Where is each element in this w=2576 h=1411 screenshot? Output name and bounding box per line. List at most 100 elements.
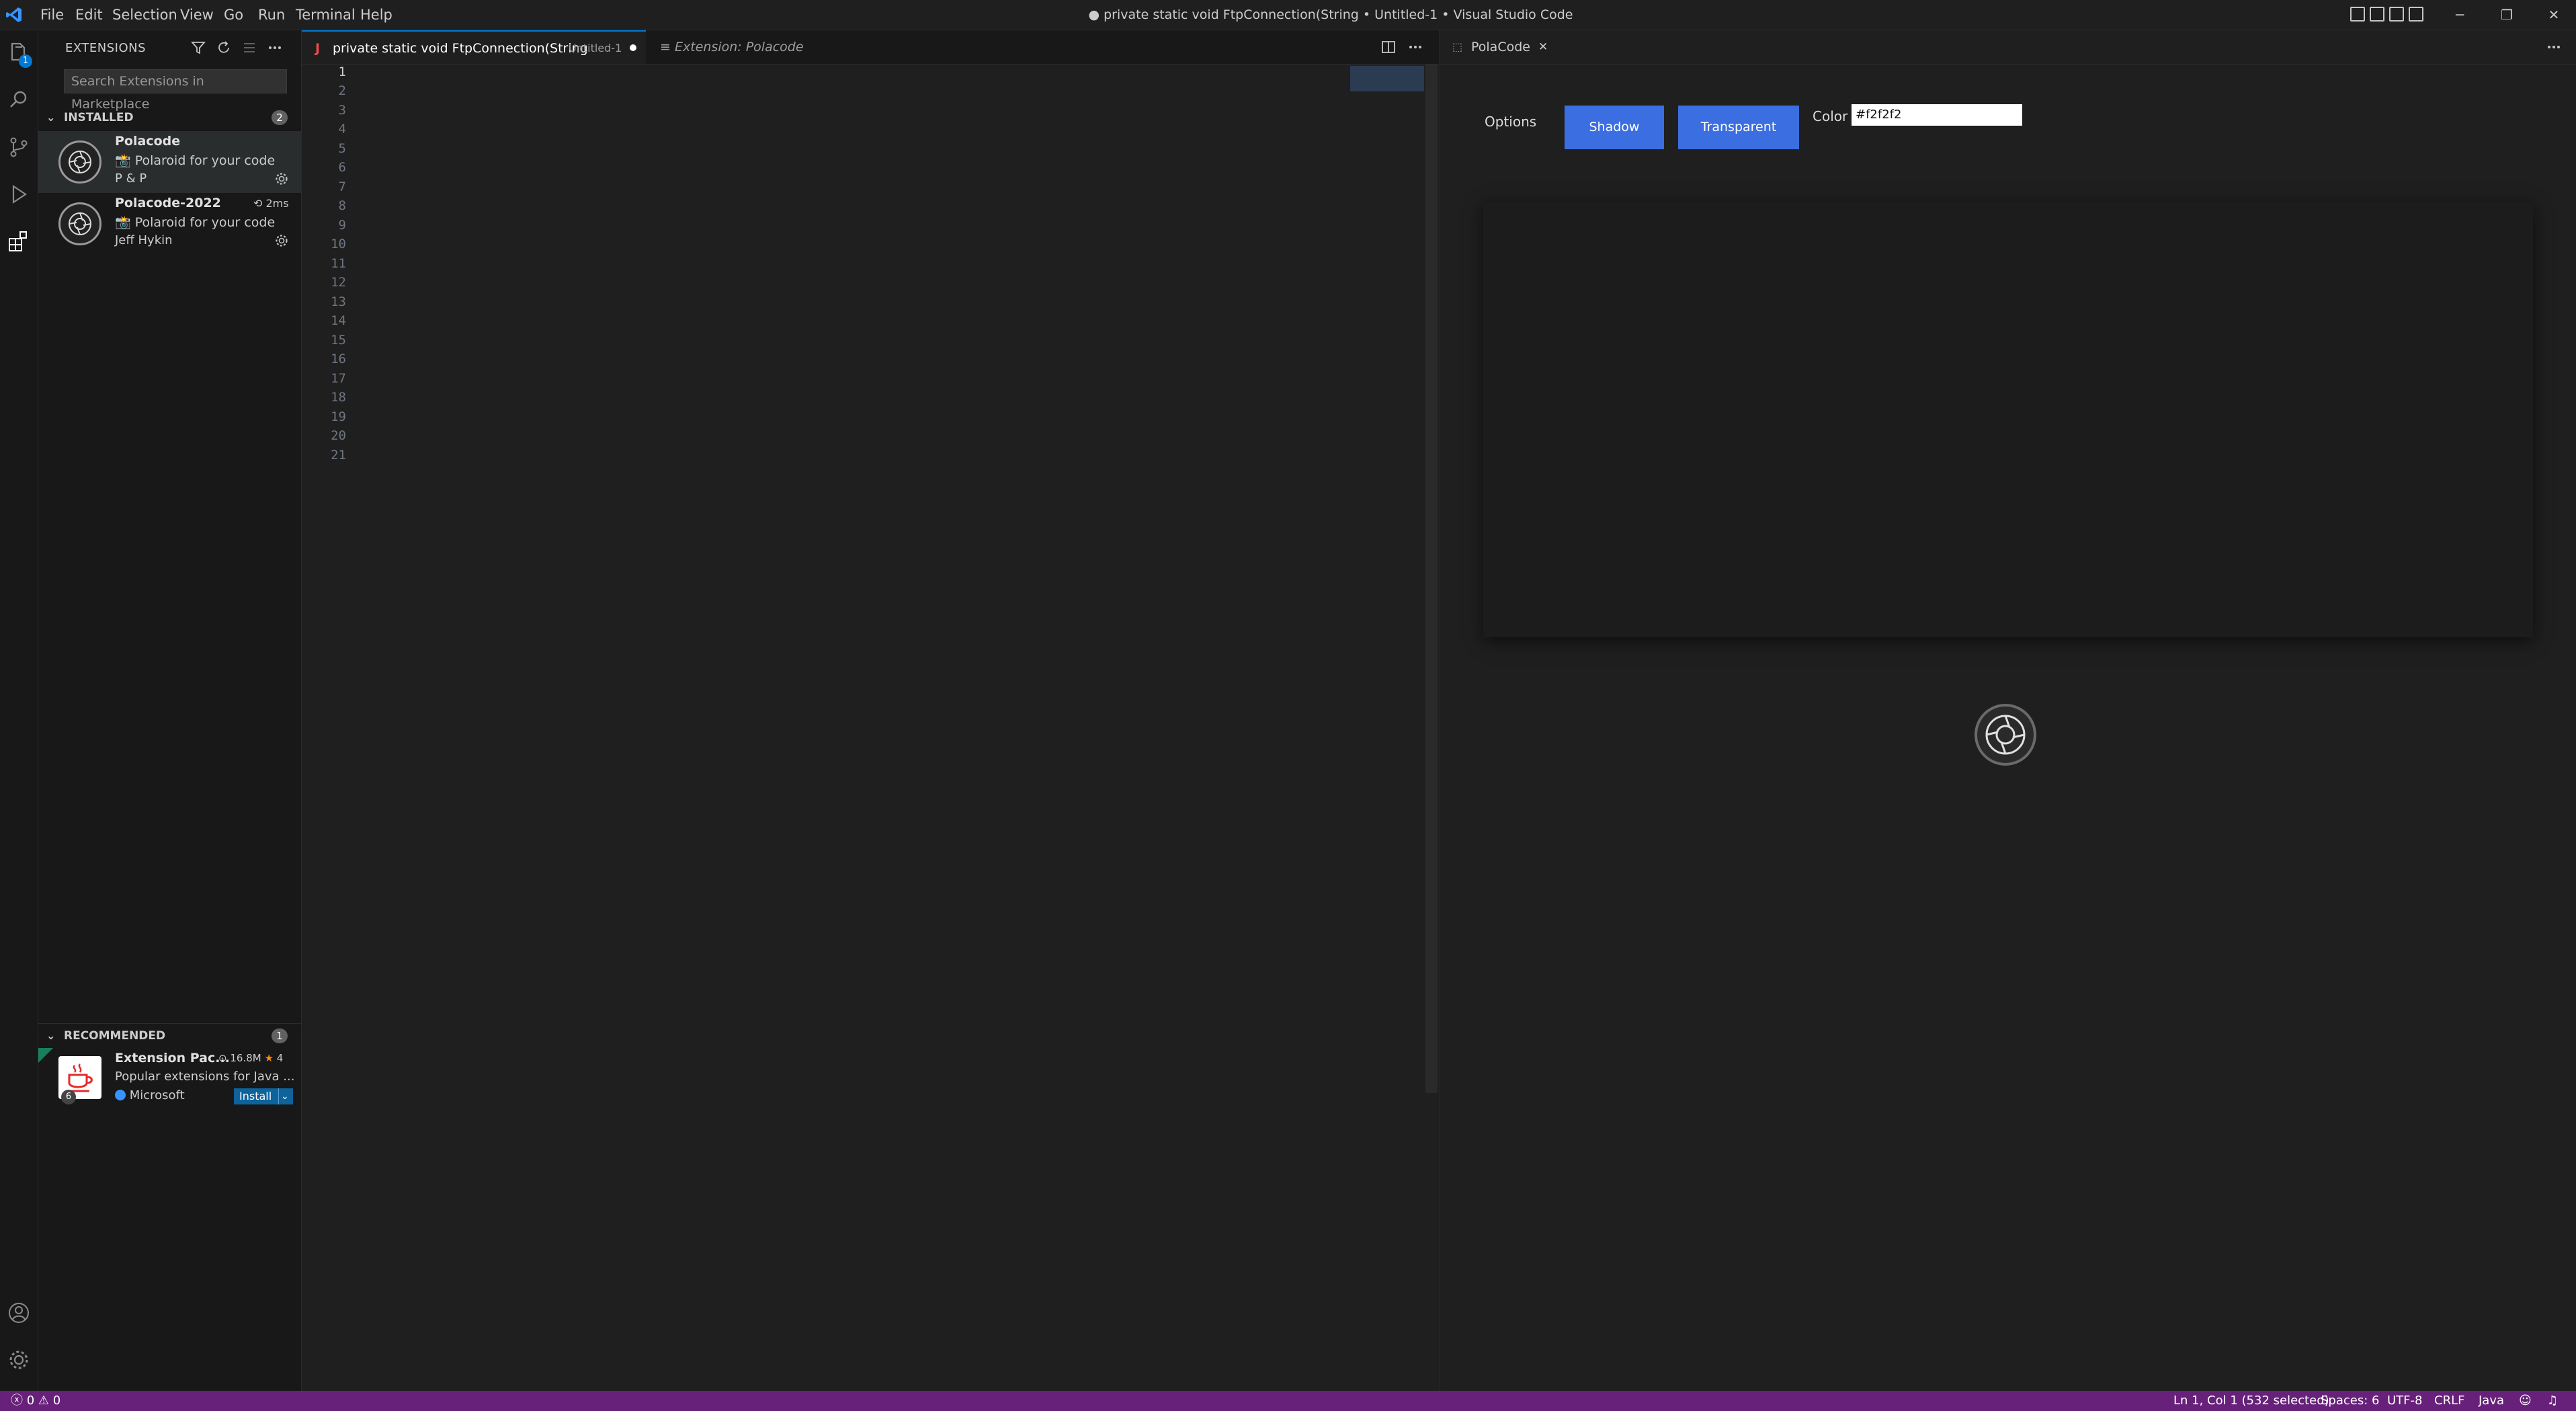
tab-extension-polacode[interactable]: ≡ Extension: Polacode xyxy=(647,30,841,64)
extension-description: Popular extensions for Java ... xyxy=(115,1070,295,1084)
tab-detail: Untitled-1 xyxy=(569,42,622,54)
history-icon: ⟲ xyxy=(253,197,263,210)
code-editor[interactable]: 1 2 3 4 5 6 7 8 9 10 11 12 13 14 15 16 1… xyxy=(302,65,1439,1391)
menu-run[interactable]: Run xyxy=(258,0,285,30)
install-label: Install xyxy=(239,1090,272,1102)
close-button[interactable]: ✕ xyxy=(2534,0,2574,30)
menu-selection[interactable]: Selection xyxy=(112,0,177,30)
notifications-bell-icon[interactable]: ♫ xyxy=(2547,1391,2558,1411)
activation-time: ⟲ 2ms xyxy=(253,197,289,210)
extensions-search-input[interactable]: Search Extensions in Marketplace xyxy=(64,69,287,112)
line-number: 1 xyxy=(338,65,346,79)
toggle-primary-sidebar-icon[interactable] xyxy=(2350,7,2365,22)
star-icon: ★ xyxy=(264,1052,274,1064)
installed-label: INSTALLED xyxy=(64,111,134,124)
more-actions-icon[interactable] xyxy=(1408,40,1423,54)
shadow-button[interactable]: Shadow xyxy=(1565,106,1664,149)
recommended-label: RECOMMENDED xyxy=(64,1029,166,1043)
editor-scrollbar[interactable] xyxy=(1425,65,1438,1093)
extensions-sidebar: EXTENSIONS Search Extensions in Marketpl… xyxy=(38,30,302,1391)
indentation[interactable]: Spaces: 6 xyxy=(2321,1391,2379,1411)
extension-name: Polacode-2022 xyxy=(115,196,221,210)
transparent-button[interactable]: Transparent xyxy=(1678,106,1799,149)
publisher-name: Microsoft xyxy=(129,1088,185,1102)
vscode-logo-icon xyxy=(6,7,22,22)
accounts-icon[interactable] xyxy=(7,1301,31,1325)
toggle-secondary-sidebar-icon[interactable] xyxy=(2389,7,2404,22)
download-stats: ⊙ 16.8M ★ 4 xyxy=(218,1052,283,1064)
line-number: 14 xyxy=(331,313,346,328)
polacode-shutter-icon[interactable] xyxy=(1973,702,2038,767)
java-file-icon: J xyxy=(315,41,321,56)
restore-button[interactable]: ❐ xyxy=(2487,0,2527,30)
line-number: 20 xyxy=(331,428,346,443)
manage-gear-icon[interactable] xyxy=(7,1348,31,1372)
rating-value: 4 xyxy=(276,1052,284,1064)
tab-divider xyxy=(1440,64,2576,65)
extension-name: Polacode xyxy=(115,134,181,149)
filter-icon[interactable] xyxy=(190,40,206,56)
install-dropdown-chevron-icon[interactable]: ⌄ xyxy=(281,1088,289,1104)
menu-terminal[interactable]: Terminal xyxy=(296,0,356,30)
close-tab-icon[interactable]: ✕ xyxy=(1538,30,1548,64)
line-number: 3 xyxy=(338,103,346,118)
menu-edit[interactable]: Edit xyxy=(75,0,103,30)
editor-tab-bar: J private static void FtpConnection(Stri… xyxy=(302,30,1439,65)
install-button[interactable]: Install ⌄ xyxy=(234,1088,293,1104)
menu-help[interactable]: Help xyxy=(360,0,392,30)
encoding[interactable]: UTF-8 xyxy=(2387,1391,2422,1411)
run-debug-icon[interactable] xyxy=(7,182,31,206)
manage-extension-gear-icon[interactable] xyxy=(274,171,289,186)
split-editor-icon[interactable] xyxy=(1381,40,1396,54)
code-snapshot-card[interactable] xyxy=(1483,202,2533,637)
minimize-button[interactable]: ─ xyxy=(2440,0,2480,30)
manage-extension-gear-icon[interactable] xyxy=(274,233,289,248)
polacode-logo-icon xyxy=(58,140,101,184)
problems-indicator[interactable]: ⓧ 0 ⚠ 0 xyxy=(11,1391,60,1411)
installed-section-header[interactable]: ⌄ INSTALLED 2 xyxy=(38,106,301,130)
line-number: 10 xyxy=(331,237,346,251)
customize-layout-icon[interactable] xyxy=(2409,7,2423,22)
extension-item-java-pack[interactable]: 6 Extension Pac... ⊙ 16.8M ★ 4 Popular e… xyxy=(38,1048,301,1110)
recommended-section-header[interactable]: ⌄ RECOMMENDED 1 xyxy=(38,1023,301,1048)
installed-count-badge: 2 xyxy=(272,110,288,125)
webview-icon: ⬚ xyxy=(1452,40,1463,53)
feedback-icon[interactable]: ☺ xyxy=(2519,1391,2532,1411)
toggle-panel-icon[interactable] xyxy=(2370,7,2384,22)
menu-view[interactable]: View xyxy=(180,0,214,30)
unsaved-dot-icon[interactable] xyxy=(630,44,636,51)
line-number: 12 xyxy=(331,275,346,290)
extension-publisher: P & P xyxy=(115,171,147,186)
tab-untitled-1[interactable]: J private static void FtpConnection(Stri… xyxy=(302,30,646,64)
minimap[interactable] xyxy=(1350,66,1424,91)
cursor-position[interactable]: Ln 1, Col 1 (532 selected) xyxy=(2173,1391,2329,1411)
source-control-icon[interactable] xyxy=(7,135,31,159)
line-number: 15 xyxy=(331,333,346,348)
extension-item-polacode[interactable]: Polacode 📸 Polaroid for your code P & P xyxy=(38,131,301,193)
window-title: ● private static void FtpConnection(Stri… xyxy=(1088,7,1573,22)
line-number: 6 xyxy=(338,160,346,175)
line-number: 7 xyxy=(338,179,346,194)
language-mode[interactable]: Java xyxy=(2479,1391,2504,1411)
menu-go[interactable]: Go xyxy=(224,0,243,30)
extensions-icon[interactable] xyxy=(7,229,31,253)
more-actions-icon[interactable] xyxy=(2546,40,2561,54)
clear-results-icon[interactable] xyxy=(241,40,257,56)
tab-polacode[interactable]: ⬚ PolaCode ✕ xyxy=(1440,30,1554,65)
line-number: 21 xyxy=(331,448,346,462)
line-number: 9 xyxy=(338,218,346,233)
refresh-icon[interactable] xyxy=(216,40,232,56)
color-label: Color xyxy=(1813,108,1848,124)
more-actions-icon[interactable] xyxy=(267,40,283,56)
download-count: 16.8M xyxy=(230,1052,261,1064)
menu-file[interactable]: File xyxy=(40,0,64,30)
end-of-line[interactable]: CRLF xyxy=(2434,1391,2464,1411)
line-number: 13 xyxy=(331,294,346,309)
search-icon[interactable] xyxy=(7,88,31,112)
cloud-download-icon: ⊙ xyxy=(218,1052,227,1064)
tab-label: Extension: Polacode xyxy=(675,40,804,54)
extension-item-polacode-2022[interactable]: Polacode-2022 ⟲ 2ms 📸 Polaroid for your … xyxy=(38,193,301,255)
color-input[interactable]: #f2f2f2 xyxy=(1852,104,2022,126)
activation-time-value: 2ms xyxy=(265,197,289,210)
recommended-ribbon xyxy=(38,1048,53,1063)
